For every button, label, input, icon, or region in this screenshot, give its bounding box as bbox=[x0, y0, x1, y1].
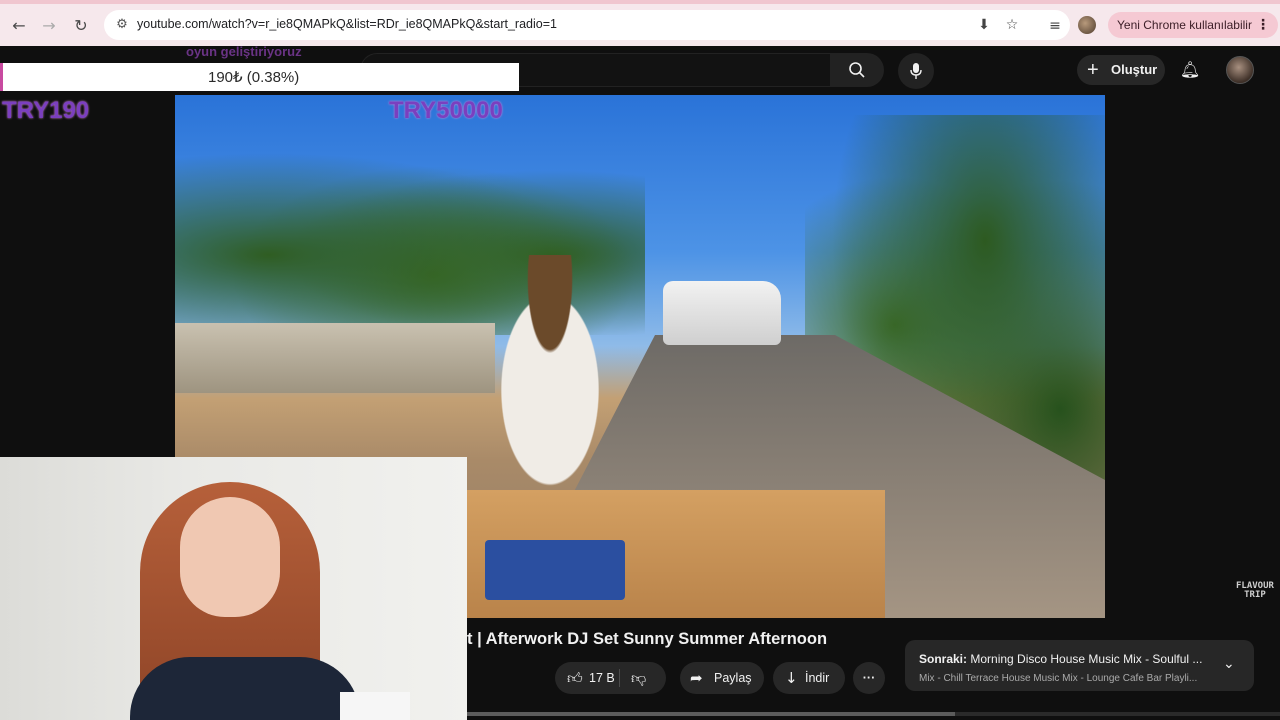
up-next-subtitle: Mix - Chill Terrace House Music Mix - Lo… bbox=[919, 673, 1198, 684]
install-icon[interactable]: ⬇ bbox=[974, 15, 994, 35]
dislike-icon[interactable]: 👎︎ bbox=[631, 662, 646, 694]
overlay-ghost-text: oyun geliştiriyoruz bbox=[186, 44, 302, 59]
up-next-card[interactable]: Sonraki: Morning Disco House Music Mix -… bbox=[905, 640, 1254, 691]
download-label: İndir bbox=[805, 671, 830, 685]
mic-icon bbox=[910, 63, 922, 79]
chevron-down-icon[interactable]: ⌄ bbox=[1223, 656, 1235, 672]
up-next-title: Morning Disco House Music Mix - Soulful … bbox=[970, 652, 1203, 666]
share-icon: ➦ bbox=[690, 669, 703, 687]
bell-icon[interactable]: 🔔︎ bbox=[1176, 56, 1204, 84]
browser-toolbar: ← → ↻ ⚙ youtube.com/watch?v=r_ie8QMAPkQ&… bbox=[0, 0, 1280, 46]
search-icon bbox=[849, 62, 865, 78]
up-next-line: Sonraki: Morning Disco House Music Mix -… bbox=[919, 652, 1202, 666]
webcam-face bbox=[180, 497, 280, 617]
download-button[interactable]: ↓ İndir bbox=[773, 662, 845, 694]
back-icon[interactable]: ← bbox=[8, 15, 30, 37]
profile-icon[interactable] bbox=[1078, 16, 1096, 34]
goal-target: TRY50000 bbox=[389, 97, 503, 124]
voice-search-button[interactable] bbox=[898, 53, 934, 89]
video-watermark: FLAVOUR TRIP bbox=[1236, 581, 1274, 600]
webcam-overlay bbox=[0, 457, 467, 720]
share-label: Paylaş bbox=[714, 671, 752, 685]
video-wall bbox=[175, 323, 495, 393]
tune-icon[interactable]: ⚙ bbox=[112, 15, 132, 35]
goal-current: TRY190 bbox=[2, 97, 90, 124]
donation-progress: 190₺ (0.38%) bbox=[0, 63, 519, 91]
address-bar[interactable]: ⚙ youtube.com/watch?v=r_ie8QMAPkQ&list=R… bbox=[104, 10, 1070, 40]
like-divider bbox=[619, 669, 620, 687]
star-icon[interactable]: ☆ bbox=[1002, 15, 1022, 35]
search-button[interactable] bbox=[830, 53, 884, 87]
avatar[interactable] bbox=[1226, 56, 1254, 84]
video-van bbox=[663, 281, 781, 345]
video-title: t | Afterwork DJ Set Sunny Summer Aftern… bbox=[467, 630, 828, 648]
media-icon[interactable]: ≡ bbox=[1044, 15, 1066, 37]
like-icon[interactable]: 👍︎ bbox=[567, 662, 583, 694]
share-button[interactable]: ➦ Paylaş bbox=[680, 662, 764, 694]
like-count[interactable]: 17 B bbox=[589, 662, 615, 694]
more-button[interactable]: ··· bbox=[853, 662, 885, 694]
reload-icon[interactable]: ↻ bbox=[70, 15, 92, 37]
forward-icon[interactable]: → bbox=[38, 15, 60, 37]
create-label: Oluştur bbox=[1111, 62, 1158, 77]
chrome-update-button[interactable]: Yeni Chrome kullanılabilir ⋮ bbox=[1108, 12, 1278, 38]
video-info: t | Afterwork DJ Set Sunny Summer Aftern… bbox=[467, 620, 1280, 720]
page-scroll-strip bbox=[467, 712, 1280, 716]
webcam-shirt bbox=[130, 657, 360, 720]
webcam-chair bbox=[340, 692, 410, 720]
up-next-prefix: Sonraki: bbox=[919, 652, 968, 666]
create-button[interactable]: + Oluştur bbox=[1077, 55, 1165, 85]
url-text[interactable]: youtube.com/watch?v=r_ie8QMAPkQ&list=RDr… bbox=[137, 17, 557, 31]
donation-progress-text: 190₺ (0.38%) bbox=[208, 69, 300, 86]
chrome-update-label: Yeni Chrome kullanılabilir bbox=[1117, 18, 1252, 32]
more-icon: ··· bbox=[862, 671, 876, 685]
menu-dots-icon[interactable]: ⋮ bbox=[1256, 12, 1270, 38]
plus-icon: + bbox=[1087, 59, 1099, 81]
video-stove bbox=[485, 540, 625, 600]
download-icon: ↓ bbox=[785, 669, 798, 687]
like-dislike-group: 👍︎ 17 B 👎︎ bbox=[555, 662, 666, 694]
